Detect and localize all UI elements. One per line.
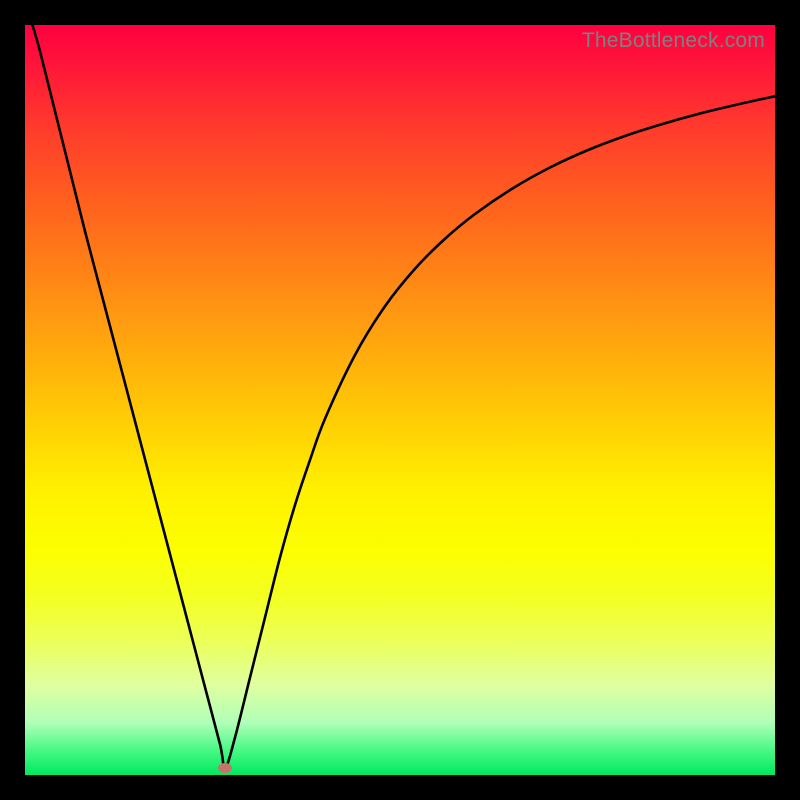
chart-frame: TheBottleneck.com xyxy=(0,0,800,800)
bottleneck-curve xyxy=(33,25,776,768)
minimum-marker xyxy=(218,763,232,773)
plot-area: TheBottleneck.com xyxy=(25,25,775,775)
curve-svg xyxy=(25,25,775,775)
watermark-text: TheBottleneck.com xyxy=(582,29,765,53)
